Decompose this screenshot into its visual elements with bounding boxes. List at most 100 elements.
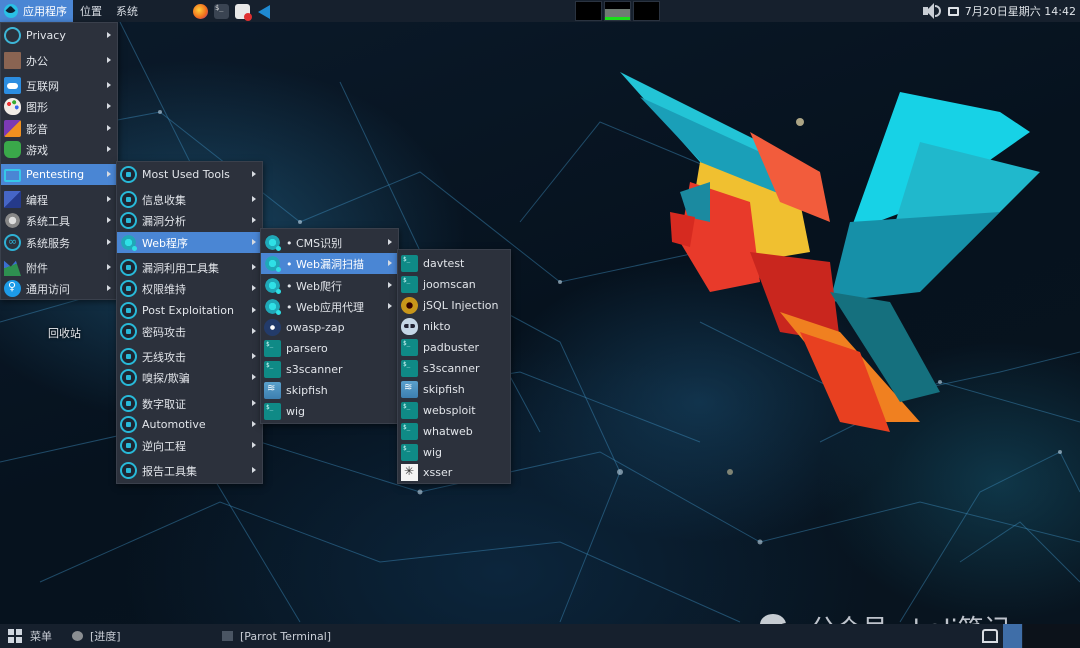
submenu-arrow-icon xyxy=(388,303,392,309)
menu-item-label: 办公 xyxy=(26,54,48,68)
menu-item-reporting[interactable]: 报告工具集 xyxy=(117,460,262,481)
menu-item-accessories[interactable]: 附件 xyxy=(1,257,117,278)
menu-item-label: 图形 xyxy=(26,100,48,114)
menu-item-skipfish[interactable]: skipfish xyxy=(398,379,510,400)
menu-item-websploit[interactable]: websploit xyxy=(398,400,510,421)
owasp-zap-icon xyxy=(264,319,281,336)
menu-item-nikto[interactable]: nikto xyxy=(398,316,510,337)
menu-item-system-services[interactable]: 系统服务 xyxy=(1,232,117,253)
workspace-1[interactable] xyxy=(1003,624,1022,648)
menu-item-label: 附件 xyxy=(26,261,48,275)
task-parrot-terminal[interactable]: [Parrot Terminal] xyxy=(222,630,331,643)
system-menu[interactable]: 系统 xyxy=(109,3,145,19)
applications-menu-button[interactable]: 应用程序 xyxy=(0,0,73,22)
menu-item-office[interactable]: 办公 xyxy=(1,50,117,71)
menu-button[interactable]: 菜单 xyxy=(8,628,52,644)
skipfish-icon xyxy=(264,382,281,399)
menu-item-system-tools[interactable]: 系统工具 xyxy=(1,210,117,231)
menu-item-graphics[interactable]: 图形 xyxy=(1,96,117,117)
menu-item-wig[interactable]: wig xyxy=(398,442,510,463)
terminal-tile-icon xyxy=(401,423,418,440)
clock[interactable]: 7月20日星期六 14:42 xyxy=(965,3,1076,19)
menu-item-password-attacks[interactable]: 密码攻击 xyxy=(117,321,262,342)
workspace-2[interactable] xyxy=(1023,624,1042,648)
menu-item-web-vuln-scanners[interactable]: • Web漏洞扫描 xyxy=(261,253,398,274)
menu-item-skipfish[interactable]: skipfish xyxy=(261,380,398,401)
submenu-arrow-icon xyxy=(388,282,392,288)
menu-item-jsql-injection[interactable]: jSQL Injection xyxy=(398,295,510,316)
menu-item-s3scanner[interactable]: s3scanner xyxy=(398,358,510,379)
menu-item-post-exploitation[interactable]: Post Exploitation xyxy=(117,300,262,321)
menu-item-pentesting[interactable]: Pentesting xyxy=(1,164,117,185)
grid-menu-icon xyxy=(8,629,22,643)
show-desktop-icon[interactable] xyxy=(982,629,998,643)
menu-item-cms-identification[interactable]: • CMS识别 xyxy=(261,232,398,253)
menu-item-sniffing[interactable]: 嗅探/欺骗 xyxy=(117,367,262,388)
top-panel: 应用程序 位置 系统 7月20日星期六 14:42 xyxy=(0,0,1080,22)
menu-item-label: s3scanner xyxy=(286,363,343,376)
web-apps-icon xyxy=(120,234,137,251)
password-attack-icon xyxy=(120,323,137,340)
wireless-icon xyxy=(120,348,137,365)
menu-item-reverse-engineering[interactable]: 逆向工程 xyxy=(117,435,262,456)
menu-item-label: xsser xyxy=(423,466,453,479)
display-icon[interactable] xyxy=(947,6,959,16)
vscode-icon[interactable] xyxy=(256,4,271,19)
reporting-icon xyxy=(120,462,137,479)
menu-item-persistence[interactable]: 权限维持 xyxy=(117,278,262,299)
menu-item-label: 数字取证 xyxy=(142,397,186,411)
volume-icon[interactable] xyxy=(922,3,942,19)
menu-item-s3scanner[interactable]: s3scanner xyxy=(261,359,398,380)
system-tray: 7月20日星期六 14:42 xyxy=(922,0,1076,22)
menu-item-web-crawlers[interactable]: • Web爬行 xyxy=(261,275,398,296)
menu-item-privacy[interactable]: Privacy xyxy=(1,25,117,46)
menu-item-xsser[interactable]: xsser xyxy=(398,462,510,483)
submenu-arrow-icon xyxy=(252,400,256,406)
menu-item-programming[interactable]: 编程 xyxy=(1,189,117,210)
system-services-icon xyxy=(4,234,21,251)
menu-item-web-proxies[interactable]: • Web应用代理 xyxy=(261,296,398,317)
web-icon xyxy=(264,234,281,251)
task-progress[interactable]: [进度] xyxy=(72,628,121,644)
post-exploitation-icon xyxy=(120,302,137,319)
menu-item-media[interactable]: 影音 xyxy=(1,118,117,139)
firefox-icon[interactable] xyxy=(193,3,208,19)
trash-desktop-icon-label[interactable]: 回收站 xyxy=(48,325,81,341)
xsser-icon xyxy=(401,464,418,481)
terminal-icon[interactable] xyxy=(214,3,229,19)
menu-item-owasp-zap[interactable]: owasp-zap xyxy=(261,317,398,338)
menu-item-label: 无线攻击 xyxy=(142,350,186,364)
menu-item-label: 权限维持 xyxy=(142,282,186,296)
menu-item-games[interactable]: 游戏 xyxy=(1,139,117,160)
menu-item-padbuster[interactable]: padbuster xyxy=(398,337,510,358)
menu-item-wig[interactable]: wig xyxy=(261,401,398,422)
menu-item-label: 影音 xyxy=(26,122,48,136)
menu-item-forensics[interactable]: 数字取证 xyxy=(117,393,262,414)
menu-item-label: parsero xyxy=(286,342,328,355)
menu-item-vuln-analysis[interactable]: 漏洞分析 xyxy=(117,210,262,231)
menu-item-most-used-tools[interactable]: Most Used Tools xyxy=(117,164,262,185)
menu-item-label: Most Used Tools xyxy=(142,168,230,181)
menu-item-label: • Web爬行 xyxy=(286,279,342,293)
menu-item-whatweb[interactable]: whatweb xyxy=(398,421,510,442)
menu-item-info-gathering[interactable]: 信息收集 xyxy=(117,189,262,210)
system-monitor-graphs[interactable] xyxy=(575,1,660,21)
menu-item-label: 系统服务 xyxy=(26,236,70,250)
office-icon xyxy=(4,52,21,69)
menu-item-label: 逆向工程 xyxy=(142,439,186,453)
menu-item-wireless[interactable]: 无线攻击 xyxy=(117,346,262,367)
menu-item-exploitation[interactable]: 漏洞利用工具集 xyxy=(117,257,262,278)
menu-item-internet[interactable]: 互联网 xyxy=(1,75,117,96)
menu-item-web-apps[interactable]: Web程序 xyxy=(117,232,262,253)
launcher-bar xyxy=(193,3,271,21)
menu-item-davtest[interactable]: davtest xyxy=(398,253,510,274)
places-menu[interactable]: 位置 xyxy=(73,3,109,19)
submenu-arrow-icon xyxy=(388,260,392,266)
menu-item-joomscan[interactable]: joomscan xyxy=(398,274,510,295)
menu-item-automotive[interactable]: Automotive xyxy=(117,414,262,435)
text-editor-icon[interactable] xyxy=(235,3,252,21)
menu-item-accessibility[interactable]: 通用访问 xyxy=(1,278,117,299)
menu-item-parsero[interactable]: parsero xyxy=(261,338,398,359)
workspace-3[interactable] xyxy=(1042,624,1080,648)
menu-item-label: 漏洞分析 xyxy=(142,214,186,228)
